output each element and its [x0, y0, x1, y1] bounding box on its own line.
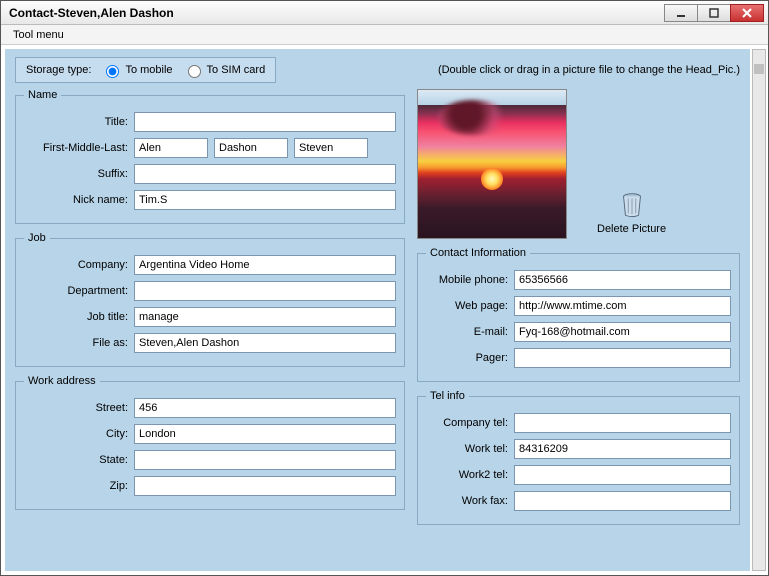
tool-menu[interactable]: Tool menu — [7, 27, 70, 43]
mobile-phone-input[interactable] — [514, 270, 731, 290]
city-label: City: — [24, 428, 134, 440]
mobile-label: Mobile phone: — [426, 274, 514, 286]
left-column: Name Title: First-Middle-Last: Su — [15, 89, 405, 533]
minimize-button[interactable] — [664, 4, 698, 22]
storage-mobile-radio[interactable] — [106, 65, 119, 78]
name-legend: Name — [24, 89, 61, 101]
maximize-button[interactable] — [697, 4, 731, 22]
jobtitle-label: Job title: — [24, 311, 134, 323]
state-label: State: — [24, 454, 134, 466]
title-label: Title: — [24, 116, 134, 128]
email-input[interactable] — [514, 322, 731, 342]
state-input[interactable] — [134, 450, 396, 470]
contact-info-legend: Contact Information — [426, 247, 530, 259]
job-legend: Job — [24, 232, 50, 244]
pager-input[interactable] — [514, 348, 731, 368]
company-tel-input[interactable] — [514, 413, 731, 433]
content-wrap: Storage type: To mobile To SIM card (Dou… — [1, 45, 768, 575]
zip-input[interactable] — [134, 476, 396, 496]
street-label: Street: — [24, 402, 134, 414]
head-pic-hint: (Double click or drag in a picture file … — [438, 64, 740, 76]
top-row: Storage type: To mobile To SIM card (Dou… — [15, 57, 740, 83]
company-input[interactable] — [134, 255, 396, 275]
vertical-scrollbar[interactable] — [752, 49, 766, 571]
maximize-icon — [709, 8, 719, 18]
minimize-icon — [676, 8, 686, 18]
zip-label: Zip: — [24, 480, 134, 492]
menubar: Tool menu — [1, 25, 768, 45]
tel-info-group: Tel info Company tel: Work tel: Work2 te… — [417, 390, 740, 525]
web-page-input[interactable] — [514, 296, 731, 316]
window-title: Contact-Steven,Alen Dashon — [9, 6, 665, 20]
job-group: Job Company: Department: Job title: — [15, 232, 405, 367]
contact-editor-window: Contact-Steven,Alen Dashon Tool menu Sto… — [0, 0, 769, 576]
title-input[interactable] — [134, 112, 396, 132]
close-icon — [742, 8, 752, 18]
storage-sim-option[interactable]: To SIM card — [183, 62, 266, 78]
suffix-label: Suffix: — [24, 168, 134, 180]
work-fax-input[interactable] — [514, 491, 731, 511]
work-fax-label: Work fax: — [426, 495, 514, 507]
titlebar: Contact-Steven,Alen Dashon — [1, 1, 768, 25]
name-group: Name Title: First-Middle-Last: Su — [15, 89, 405, 224]
storage-mobile-option[interactable]: To mobile — [101, 62, 172, 78]
street-input[interactable] — [134, 398, 396, 418]
storage-type-box: Storage type: To mobile To SIM card — [15, 57, 276, 83]
fileas-input[interactable] — [134, 333, 396, 353]
tel-info-legend: Tel info — [426, 390, 469, 402]
department-label: Department: — [24, 285, 134, 297]
storage-label: Storage type: — [26, 64, 91, 76]
company-label: Company: — [24, 259, 134, 271]
work-address-legend: Work address — [24, 375, 100, 387]
work-tel-input[interactable] — [514, 439, 731, 459]
storage-sim-radio[interactable] — [188, 65, 201, 78]
last-name-input[interactable] — [294, 138, 368, 158]
fml-label: First-Middle-Last: — [24, 142, 134, 154]
window-buttons — [665, 4, 764, 22]
head-picture[interactable] — [417, 89, 567, 239]
company-tel-label: Company tel: — [426, 417, 514, 429]
email-label: E-mail: — [426, 326, 514, 338]
jobtitle-input[interactable] — [134, 307, 396, 327]
first-name-input[interactable] — [134, 138, 208, 158]
picture-row: Delete Picture — [417, 89, 740, 239]
close-button[interactable] — [730, 4, 764, 22]
web-label: Web page: — [426, 300, 514, 312]
content-panel: Storage type: To mobile To SIM card (Dou… — [5, 49, 750, 571]
work-address-group: Work address Street: City: State: — [15, 375, 405, 510]
pager-label: Pager: — [426, 352, 514, 364]
fileas-label: File as: — [24, 337, 134, 349]
storage-mobile-label: To mobile — [125, 64, 172, 76]
scrollbar-thumb[interactable] — [754, 64, 764, 74]
work2-tel-label: Work2 tel: — [426, 469, 514, 481]
trash-icon[interactable] — [617, 189, 647, 219]
delete-picture-label: Delete Picture — [597, 223, 666, 235]
columns: Name Title: First-Middle-Last: Su — [15, 89, 740, 533]
suffix-input[interactable] — [134, 164, 396, 184]
delete-picture-area: Delete Picture — [597, 89, 666, 239]
storage-sim-label: To SIM card — [207, 64, 266, 76]
work2-tel-input[interactable] — [514, 465, 731, 485]
contact-info-group: Contact Information Mobile phone: Web pa… — [417, 247, 740, 382]
right-column: Delete Picture Contact Information Mobil… — [417, 89, 740, 533]
nick-name-input[interactable] — [134, 190, 396, 210]
department-input[interactable] — [134, 281, 396, 301]
city-input[interactable] — [134, 424, 396, 444]
work-tel-label: Work tel: — [426, 443, 514, 455]
nick-label: Nick name: — [24, 194, 134, 206]
middle-name-input[interactable] — [214, 138, 288, 158]
